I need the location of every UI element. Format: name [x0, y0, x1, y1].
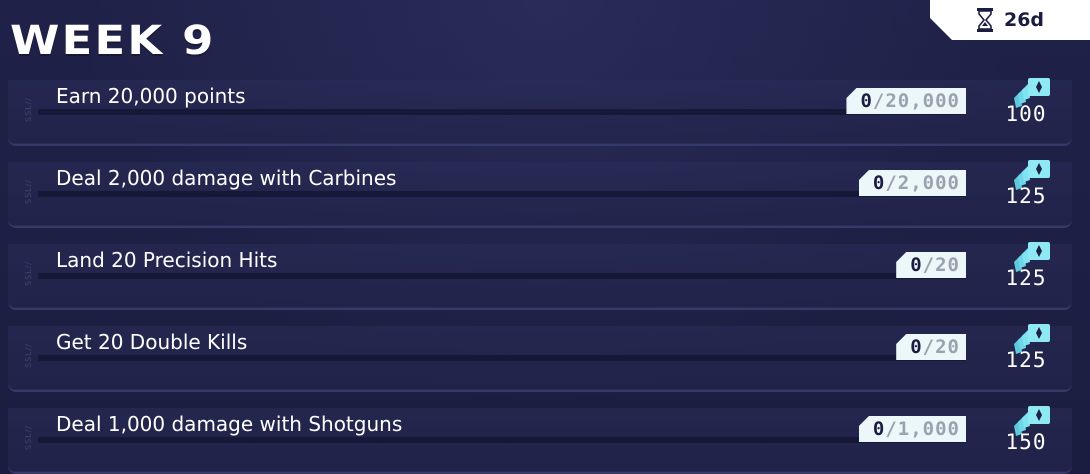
reward: 125: [998, 236, 1054, 296]
reward: 125: [998, 318, 1054, 378]
hourglass-icon: [976, 8, 994, 32]
progress-goal: 2,000: [897, 172, 960, 194]
progress-goal: 20,000: [885, 90, 960, 112]
progress-separator: /: [885, 172, 898, 194]
progress-separator: /: [922, 336, 936, 358]
reward: 100: [998, 72, 1054, 132]
progress-track: [38, 191, 966, 197]
challenge-row[interactable]: SSL// Deal 1,000 damage with Shotguns 0/…: [8, 406, 1072, 474]
progress-goal: 20: [935, 336, 960, 358]
reward-amount: 125: [1005, 348, 1047, 372]
background: [0, 0, 1090, 474]
reward: 125: [998, 154, 1054, 214]
challenge-description: Deal 1,000 damage with Shotguns: [56, 412, 403, 436]
challenge-row[interactable]: SSL// Deal 2,000 damage with Carbines 0/…: [8, 160, 1072, 228]
challenge-tag: SSL//: [24, 260, 33, 286]
challenge-description: Earn 20,000 points: [56, 84, 246, 108]
page-title: WEEK 9: [10, 18, 216, 64]
progress-track: [38, 437, 966, 443]
progress-track: [38, 355, 966, 361]
progress-track: [38, 273, 966, 279]
challenge-description: Land 20 Precision Hits: [56, 248, 278, 272]
reward-amount: 150: [1005, 430, 1047, 454]
progress-counter: 0/1,000: [858, 416, 966, 442]
challenge-tag: SSL//: [24, 424, 33, 450]
progress-separator: /: [922, 254, 936, 276]
challenge-row[interactable]: SSL// Get 20 Double Kills 0/20 125: [8, 324, 1072, 392]
time-remaining-badge: 26d: [930, 0, 1090, 40]
progress-current: 0: [872, 172, 886, 194]
challenge-description: Get 20 Double Kills: [56, 330, 248, 354]
reward: 150: [998, 400, 1054, 460]
reward-amount: 125: [1005, 184, 1047, 208]
reward-amount: 125: [1005, 266, 1047, 290]
challenge-description: Deal 2,000 damage with Carbines: [56, 166, 397, 190]
progress-counter: 0/20,000: [846, 88, 966, 114]
progress-goal: 20: [935, 254, 960, 276]
progress-current: 0: [860, 90, 873, 112]
progress-current: 0: [872, 418, 886, 440]
challenge-tag: SSL//: [24, 96, 33, 122]
progress-counter: 0/20: [896, 334, 966, 360]
progress-separator: /: [885, 418, 898, 440]
progress-current: 0: [910, 336, 923, 358]
challenge-row[interactable]: SSL// Earn 20,000 points 0/20,000 100: [8, 78, 1072, 146]
progress-current: 0: [910, 254, 923, 276]
progress-counter: 0/20: [896, 252, 966, 278]
challenge-row[interactable]: SSL// Land 20 Precision Hits 0/20 125: [8, 242, 1072, 310]
challenge-tag: SSL//: [24, 178, 33, 204]
progress-counter: 0/2,000: [858, 170, 966, 196]
progress-goal: 1,000: [897, 418, 960, 440]
reward-amount: 100: [1005, 102, 1047, 126]
progress-separator: /: [872, 90, 886, 112]
progress-track: [38, 109, 966, 115]
challenge-tag: SSL//: [24, 342, 33, 368]
time-remaining: 26d: [1003, 9, 1045, 31]
